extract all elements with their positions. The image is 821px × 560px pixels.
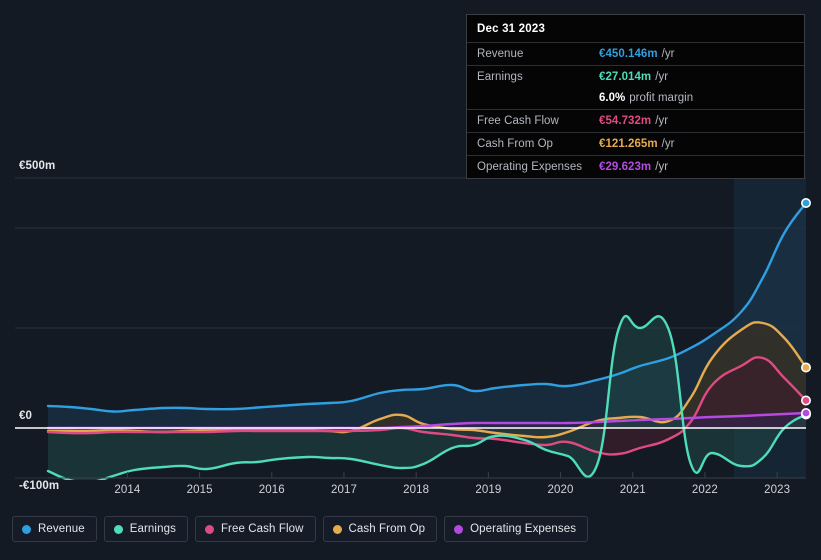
x-axis-ticks — [126, 472, 778, 478]
series-fills — [48, 203, 806, 480]
y-tick-label: -€100m — [19, 480, 60, 492]
legend-label: Cash From Op — [348, 523, 426, 535]
tooltip-row-label: Revenue — [477, 48, 524, 60]
tooltip-margin-value: 6.0% profit margin — [599, 92, 694, 104]
x-tick-label: 2014 — [114, 484, 141, 496]
tooltip-row-label: Operating Expenses — [477, 161, 583, 173]
tooltip-row-value: €450.146m/yr — [599, 48, 675, 60]
legend-color-dot — [454, 524, 464, 534]
x-tick-label: 2019 — [475, 484, 502, 496]
legend-label: Revenue — [38, 523, 85, 535]
x-tick-label: 2021 — [619, 484, 646, 496]
x-tick-label: 2022 — [691, 484, 718, 496]
chart-page: €500m €0 -€100m 2014 2015 2016 2017 2018 2019 20… — [0, 0, 821, 560]
legend-item-operating-expenses[interactable]: Operating Expenses — [444, 516, 589, 542]
y-tick-label: €0 — [19, 410, 32, 422]
legend-label: Free Cash Flow — [220, 523, 304, 535]
y-tick-label: €500m — [19, 160, 56, 172]
x-tick-label: 2023 — [764, 484, 791, 496]
tooltip-row-unit: /yr — [655, 71, 669, 83]
endpoint-revenue[interactable] — [800, 198, 811, 209]
legend-item-earnings[interactable]: Earnings — [103, 516, 188, 542]
tooltip-row-label: Free Cash Flow — [477, 115, 559, 127]
tooltip-row: Operating Expenses €29.623m/yr — [467, 155, 804, 178]
legend-color-dot — [332, 524, 342, 534]
endpoint-cash-from-op[interactable] — [800, 362, 811, 373]
tooltip-title: Dec 31 2023 — [477, 23, 546, 35]
tooltip-row-value: €121.265m/yr — [599, 138, 675, 150]
tooltip-row-value: €29.623m/yr — [599, 161, 669, 173]
tooltip-row: Earnings €27.014m/yr — [467, 65, 804, 88]
tooltip-row-unit: /yr — [661, 48, 675, 60]
tooltip-row-value: €27.014m/yr — [599, 71, 669, 83]
x-tick-label: 2017 — [330, 484, 357, 496]
tooltip-row: Cash From Op €121.265m/yr — [467, 132, 804, 155]
data-tooltip: Dec 31 2023 Revenue €450.146m/yr Earnings €… — [466, 14, 805, 179]
legend-label: Operating Expenses — [470, 523, 577, 535]
tooltip-row-label: Cash From Op — [477, 138, 554, 150]
x-tick-label: 2016 — [258, 484, 285, 496]
legend-color-dot — [204, 524, 214, 534]
legend-color-dot — [113, 524, 123, 534]
x-tick-label: 2020 — [547, 484, 574, 496]
tooltip-rows: Revenue €450.146m/yr Earnings €27.014m/yr 6.… — [467, 42, 804, 178]
tooltip-row-value: €54.732m/yr — [599, 115, 669, 127]
tooltip-row-unit: /yr — [655, 161, 669, 173]
legend-item-free-cash-flow[interactable]: Free Cash Flow — [194, 516, 316, 542]
tooltip-row-label: Earnings — [477, 71, 523, 83]
tooltip-profit-margin-row: 6.0% profit margin — [467, 88, 804, 109]
tooltip-row: Free Cash Flow €54.732m/yr — [467, 109, 804, 132]
legend-color-dot — [22, 524, 31, 534]
endpoint-operating-expenses[interactable] — [800, 407, 811, 418]
tooltip-row: Revenue €450.146m/yr — [467, 42, 804, 65]
x-tick-label: 2018 — [403, 484, 430, 496]
endpoint-free-cash-flow[interactable] — [800, 395, 811, 406]
legend-item-cash-from-op[interactable]: Cash From Op — [322, 516, 438, 542]
chart-legend[interactable]: Revenue Earnings Free Cash Flow Cash From O… — [12, 516, 589, 542]
tooltip-row-unit: /yr — [655, 115, 669, 127]
x-tick-label: 2015 — [186, 484, 213, 496]
legend-item-revenue[interactable]: Revenue — [12, 516, 97, 542]
legend-label: Earnings — [129, 523, 176, 535]
tooltip-row-unit: /yr — [661, 138, 675, 150]
